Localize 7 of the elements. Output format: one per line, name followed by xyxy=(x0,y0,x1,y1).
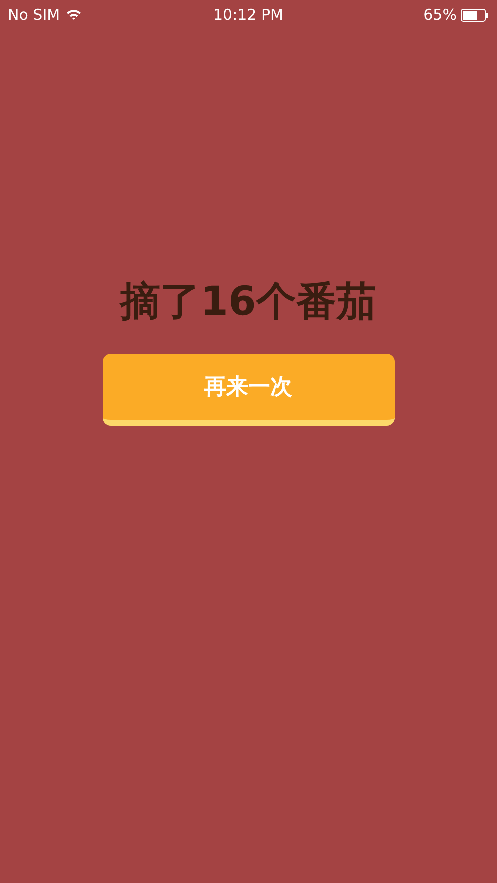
play-again-button[interactable]: 再来一次 xyxy=(102,354,394,426)
clock-time: 10:12 PM xyxy=(214,4,284,26)
carrier-name: No SIM xyxy=(8,4,60,26)
wifi-icon xyxy=(66,9,82,21)
battery-percent: 65% xyxy=(424,4,457,26)
battery-icon xyxy=(460,8,489,22)
result-title: 摘了16个番茄 xyxy=(120,278,376,327)
